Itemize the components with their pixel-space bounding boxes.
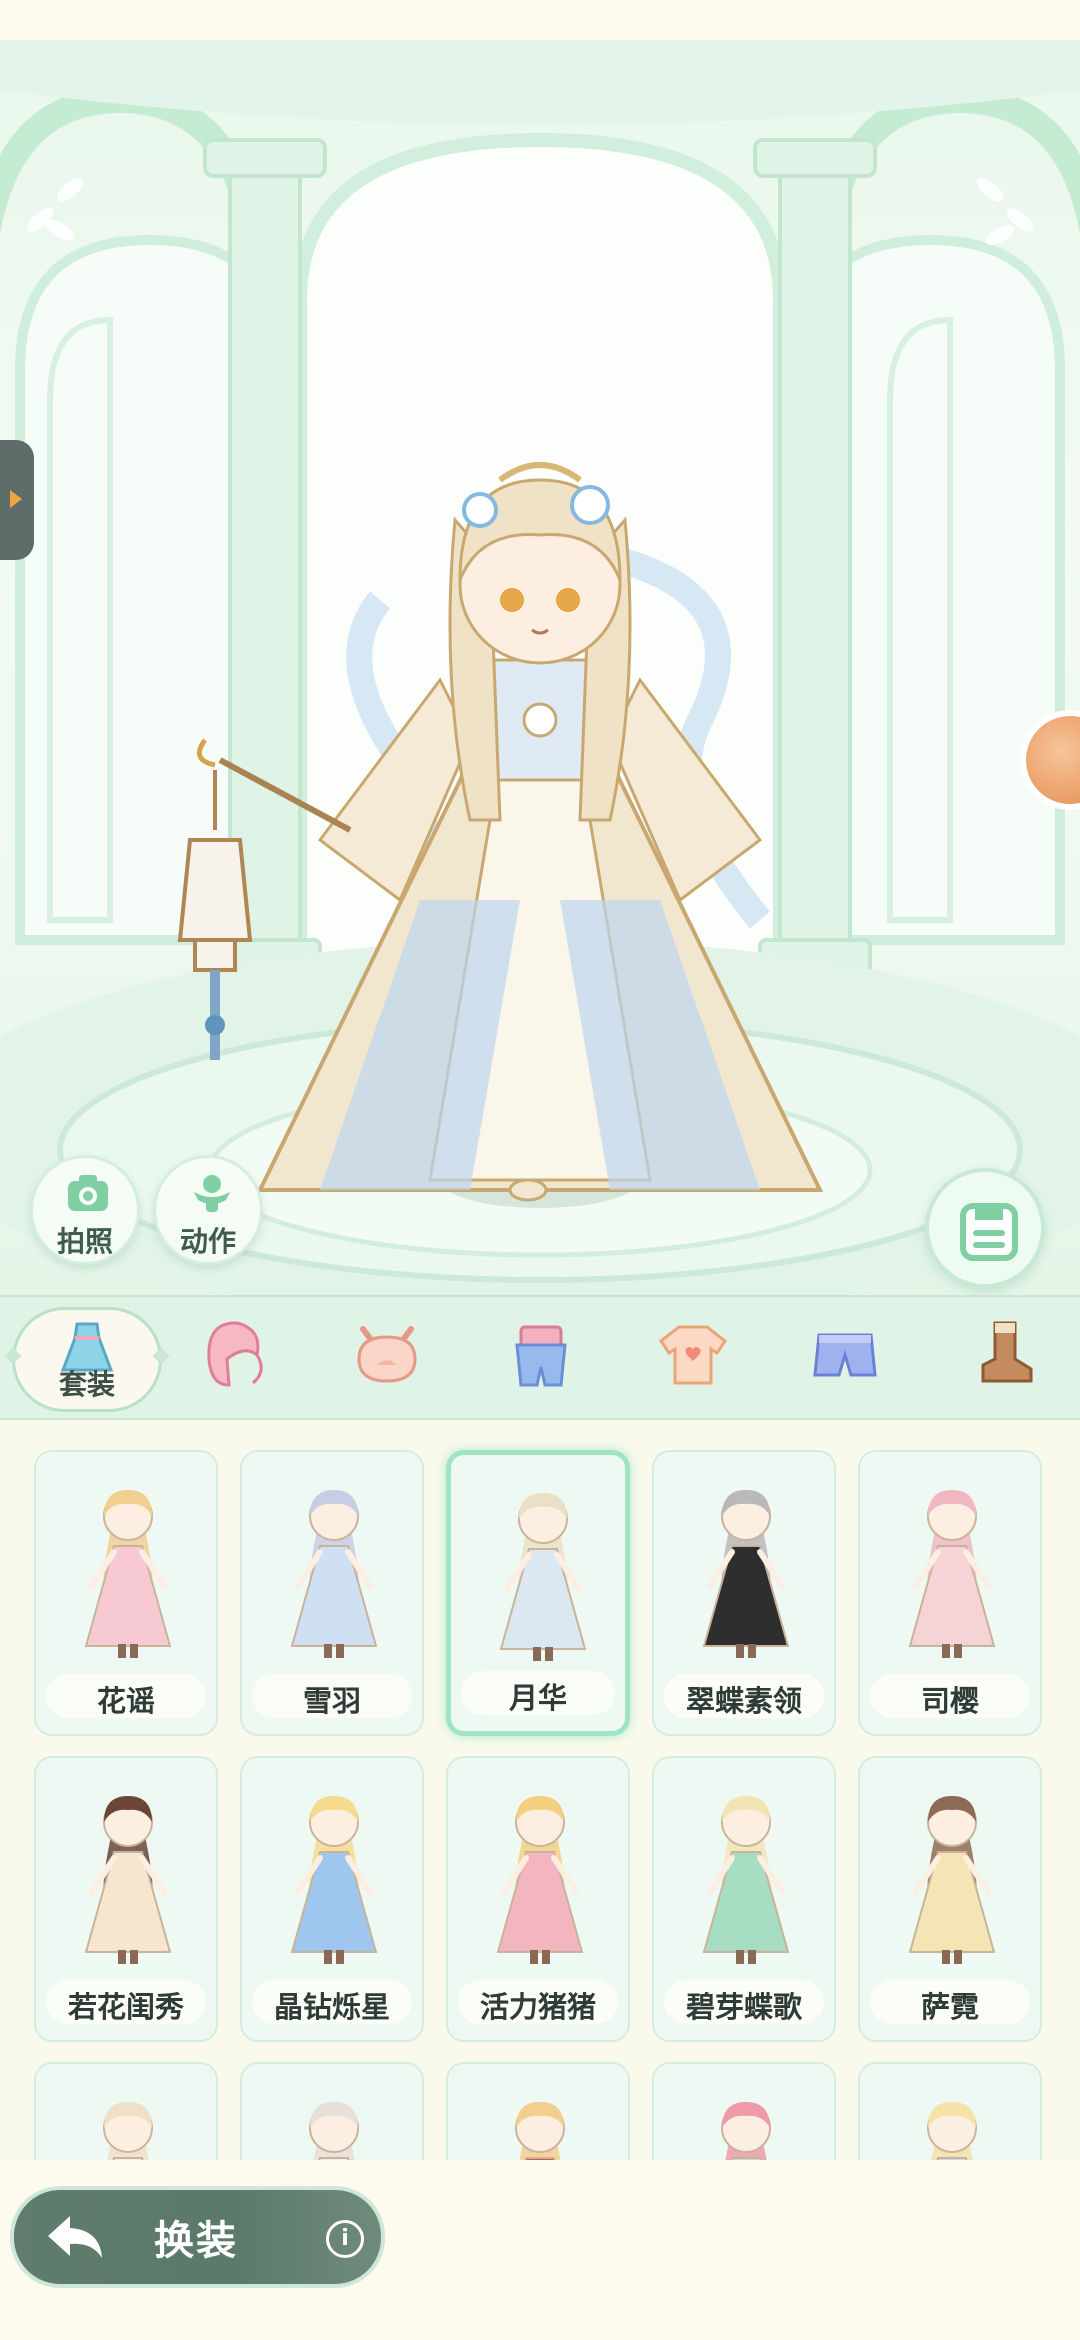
outfit-name-pill: 雪羽: [252, 1674, 412, 1718]
outfit-preview: [290, 1490, 378, 1658]
outfit-preview: [84, 1796, 172, 1964]
pose-icon: [194, 1175, 230, 1212]
outfit-name-pill: 若花闺秀: [46, 1980, 206, 2024]
outfit-name-pill: 萨霓: [870, 1980, 1030, 2024]
ears-icon: [357, 1326, 417, 1383]
outfit-preview: [290, 1796, 378, 1964]
outfit-card[interactable]: [652, 2062, 836, 2160]
outfit-name: 花谣: [96, 1684, 155, 1718]
tab-suit[interactable]: 套装: [4, 1307, 170, 1412]
photo-button-label: 拍照: [56, 1225, 113, 1258]
tshirt-icon: [658, 1325, 728, 1385]
outfit-name: 翠蝶素领: [685, 1684, 802, 1718]
tab-top[interactable]: [628, 1307, 758, 1412]
arrow-right-icon: [10, 490, 22, 508]
outfit-preview: [515, 2102, 565, 2160]
info-icon[interactable]: i: [326, 2220, 364, 2258]
boot-icon: [981, 1321, 1033, 1383]
outfit-name: 晶钻烁星: [273, 1990, 390, 2024]
outfit-preview: [496, 1796, 584, 1964]
outfit-preview: [309, 2102, 359, 2160]
outfit-grid: 花谣 雪羽 月华 翠蝶素领 司樱若花闺秀 晶钻烁星 活力猪猪 碧芽蝶歌 萨霓: [0, 1420, 1080, 2160]
outfit-card[interactable]: 雪羽: [240, 1450, 424, 1736]
tab-bottom[interactable]: [780, 1307, 910, 1412]
sparkle-icon: [152, 1347, 170, 1365]
outfit-name: 萨霓: [920, 1990, 979, 2024]
outfit-name-pill: 花谣: [46, 1674, 206, 1718]
outfit-name: 碧芽蝶歌: [685, 1990, 802, 2024]
tab-head[interactable]: [322, 1307, 452, 1412]
outfit-preview: [103, 2102, 153, 2160]
outfit-preview: [908, 1490, 996, 1658]
category-tabbar: 套装: [0, 1295, 1080, 1420]
outfit-card[interactable]: [240, 2062, 424, 2160]
outfit-preview: [908, 1796, 996, 1964]
outfit-card[interactable]: [858, 2062, 1042, 2160]
tab-hair[interactable]: [170, 1307, 300, 1412]
overalls-icon: [515, 1325, 567, 1387]
outfit-name: 活力猪猪: [479, 1990, 596, 2024]
sparkle-icon: [4, 1347, 22, 1365]
photo-button[interactable]: 拍照: [30, 1155, 140, 1265]
outfit-name-pill: 月华: [461, 1671, 615, 1715]
tab-suit-label: 套装: [58, 1368, 115, 1401]
side-drawer-handle[interactable]: [0, 440, 34, 560]
outfit-card[interactable]: 若花闺秀: [34, 1756, 218, 2042]
outfit-card[interactable]: 翠蝶素领: [652, 1450, 836, 1736]
camera-icon: [68, 1175, 108, 1211]
palace-background: [0, 40, 1080, 1295]
shorts-icon: [813, 1333, 877, 1377]
outfit-preview: [702, 1796, 790, 1964]
outfit-preview: [499, 1493, 587, 1661]
action-button-label: 动作: [179, 1225, 236, 1258]
outfit-name: 月华: [508, 1681, 567, 1715]
outfit-name-pill: 活力猪猪: [458, 1980, 618, 2024]
change-outfit-button[interactable]: 换装 i: [10, 2186, 385, 2288]
outfit-card[interactable]: 活力猪猪: [446, 1756, 630, 2042]
change-outfit-label: 换装: [154, 2218, 238, 2264]
character-stage: 拍照 动作: [0, 40, 1080, 1295]
outfit-preview: [721, 2102, 771, 2160]
outfit-card[interactable]: 碧芽蝶歌: [652, 1756, 836, 2042]
outfit-card[interactable]: [34, 2062, 218, 2160]
back-arrow-icon[interactable]: [40, 2208, 110, 2268]
outfit-preview: [84, 1490, 172, 1658]
save-icon: [960, 1203, 1018, 1261]
tab-overalls[interactable]: [476, 1307, 606, 1412]
outfit-preview: [702, 1490, 790, 1658]
outfit-name-pill: 碧芽蝶歌: [664, 1980, 824, 2024]
outfit-card[interactable]: 花谣: [34, 1450, 218, 1736]
status-strip: [0, 0, 1080, 40]
outfit-name-pill: 司樱: [870, 1674, 1030, 1718]
outfit-card[interactable]: 司樱: [858, 1450, 1042, 1736]
outfit-name-pill: 翠蝶素领: [664, 1674, 824, 1718]
outfit-name: 雪羽: [302, 1684, 361, 1718]
outfit-card[interactable]: 月华: [446, 1450, 630, 1736]
outfit-preview: [927, 2102, 977, 2160]
dressup-screen: 拍照 动作 套装 花谣 雪羽 月华 翠蝶素领 司樱 若花闺秀 晶钻烁星 活力猪猪…: [0, 0, 1080, 2340]
outfit-card[interactable]: 晶钻烁星: [240, 1756, 424, 2042]
hair-icon: [207, 1321, 263, 1387]
save-button[interactable]: [925, 1168, 1045, 1288]
outfit-name-pill: 晶钻烁星: [252, 1980, 412, 2024]
outfit-card[interactable]: [446, 2062, 630, 2160]
outfit-card[interactable]: 萨霓: [858, 1756, 1042, 2042]
outfit-name: 司樱: [920, 1684, 979, 1718]
action-button[interactable]: 动作: [153, 1155, 263, 1265]
outfit-name: 若花闺秀: [67, 1990, 184, 2024]
tab-shoes[interactable]: [930, 1307, 1080, 1412]
